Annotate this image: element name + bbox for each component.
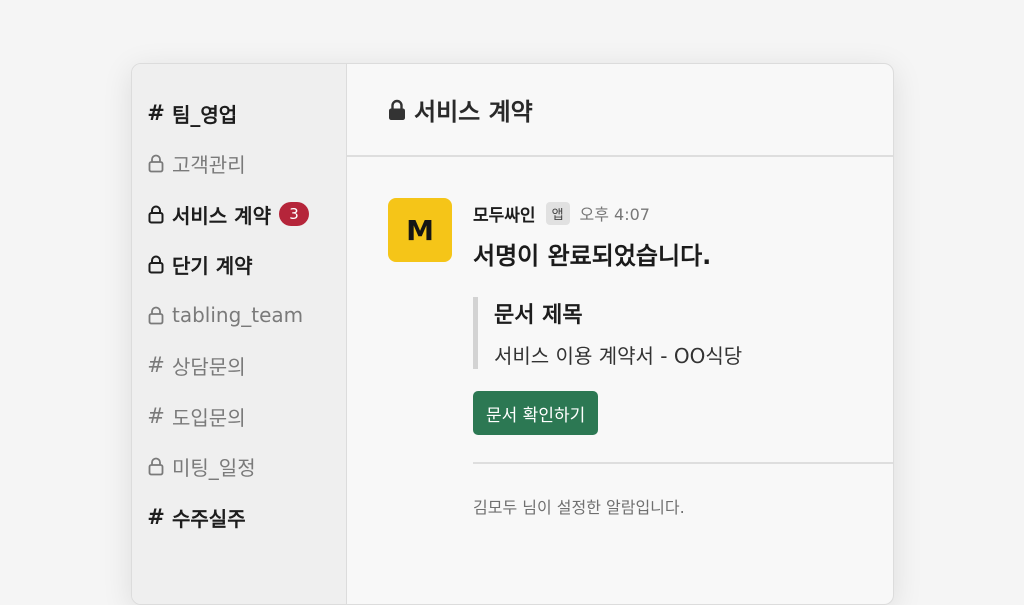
sender-name[interactable]: 모두싸인 bbox=[473, 201, 536, 226]
channel-header: 서비스 계약 bbox=[347, 64, 893, 157]
channel-item-consultation-inquiry[interactable]: # 상담문의 bbox=[132, 341, 346, 392]
channel-item-team-sales[interactable]: # 팀_영업 bbox=[132, 88, 346, 139]
document-field: 문서 제목 서비스 이용 계약서 - OO식당 bbox=[473, 297, 893, 369]
channel-item-order-win-loss[interactable]: # 수주실주 bbox=[132, 492, 346, 543]
channel-item-adoption-inquiry[interactable]: # 도입문의 bbox=[132, 391, 346, 442]
channel-item-service-contract[interactable]: 서비스 계약 3 bbox=[132, 189, 346, 240]
app-tag: 앱 bbox=[545, 201, 570, 225]
channel-name: 미팅_일정 bbox=[172, 456, 256, 481]
channel-item-short-term-contract[interactable]: 단기 계약 bbox=[132, 240, 346, 291]
app-window: # 팀_영업 고객관리 서비스 계약 3 단기 계약 tabling_team … bbox=[131, 63, 894, 605]
channel-name: 수주실주 bbox=[172, 506, 246, 531]
channel-title: 서비스 계약 bbox=[414, 98, 533, 126]
hash-icon: # bbox=[147, 100, 165, 125]
channel-name: tabling_team bbox=[172, 303, 304, 328]
field-value: 서비스 이용 계약서 - OO식당 bbox=[494, 344, 743, 368]
lock-icon bbox=[146, 204, 166, 224]
lock-icon bbox=[146, 305, 166, 325]
channel-item-meeting-schedule[interactable]: 미팅_일정 bbox=[132, 442, 346, 493]
message-meta: 모두싸인 앱 오후 4:07 bbox=[473, 198, 893, 228]
hash-icon: # bbox=[147, 353, 165, 378]
channel-name: 고객관리 bbox=[172, 153, 246, 178]
lock-icon bbox=[389, 99, 405, 120]
field-label: 문서 제목 bbox=[494, 303, 583, 328]
channel-item-tabling-team[interactable]: tabling_team bbox=[132, 290, 346, 341]
view-document-button[interactable]: 문서 확인하기 bbox=[473, 391, 599, 435]
hash-icon: # bbox=[147, 504, 165, 529]
unread-badge: 3 bbox=[278, 202, 309, 227]
channel-name: 도입문의 bbox=[172, 405, 246, 430]
alert-footnote: 김모두 님이 설정한 알람입니다. bbox=[473, 498, 685, 517]
lock-icon bbox=[146, 255, 166, 275]
message-timestamp[interactable]: 오후 4:07 bbox=[580, 201, 650, 225]
hash-icon: # bbox=[147, 403, 165, 428]
divider bbox=[473, 462, 893, 464]
channel-name: 팀_영업 bbox=[172, 102, 238, 127]
lock-icon bbox=[146, 457, 166, 477]
channel-main: 서비스 계약 M 모두싸인 앱 오후 4:07 서명이 완료되었습니다. 문서 … bbox=[347, 64, 893, 604]
avatar[interactable]: M bbox=[388, 198, 452, 262]
message-body: 모두싸인 앱 오후 4:07 서명이 완료되었습니다. 문서 제목 서비스 이용… bbox=[473, 198, 893, 435]
channel-name: 단기 계약 bbox=[172, 254, 253, 279]
lock-icon bbox=[146, 154, 166, 174]
channel-sidebar: # 팀_영업 고객관리 서비스 계약 3 단기 계약 tabling_team … bbox=[132, 64, 347, 604]
channel-name: 상담문의 bbox=[172, 355, 246, 380]
channel-item-customer-management[interactable]: 고객관리 bbox=[132, 139, 346, 190]
channel-name: 서비스 계약 bbox=[172, 203, 271, 228]
message-title: 서명이 완료되었습니다. bbox=[473, 242, 712, 270]
